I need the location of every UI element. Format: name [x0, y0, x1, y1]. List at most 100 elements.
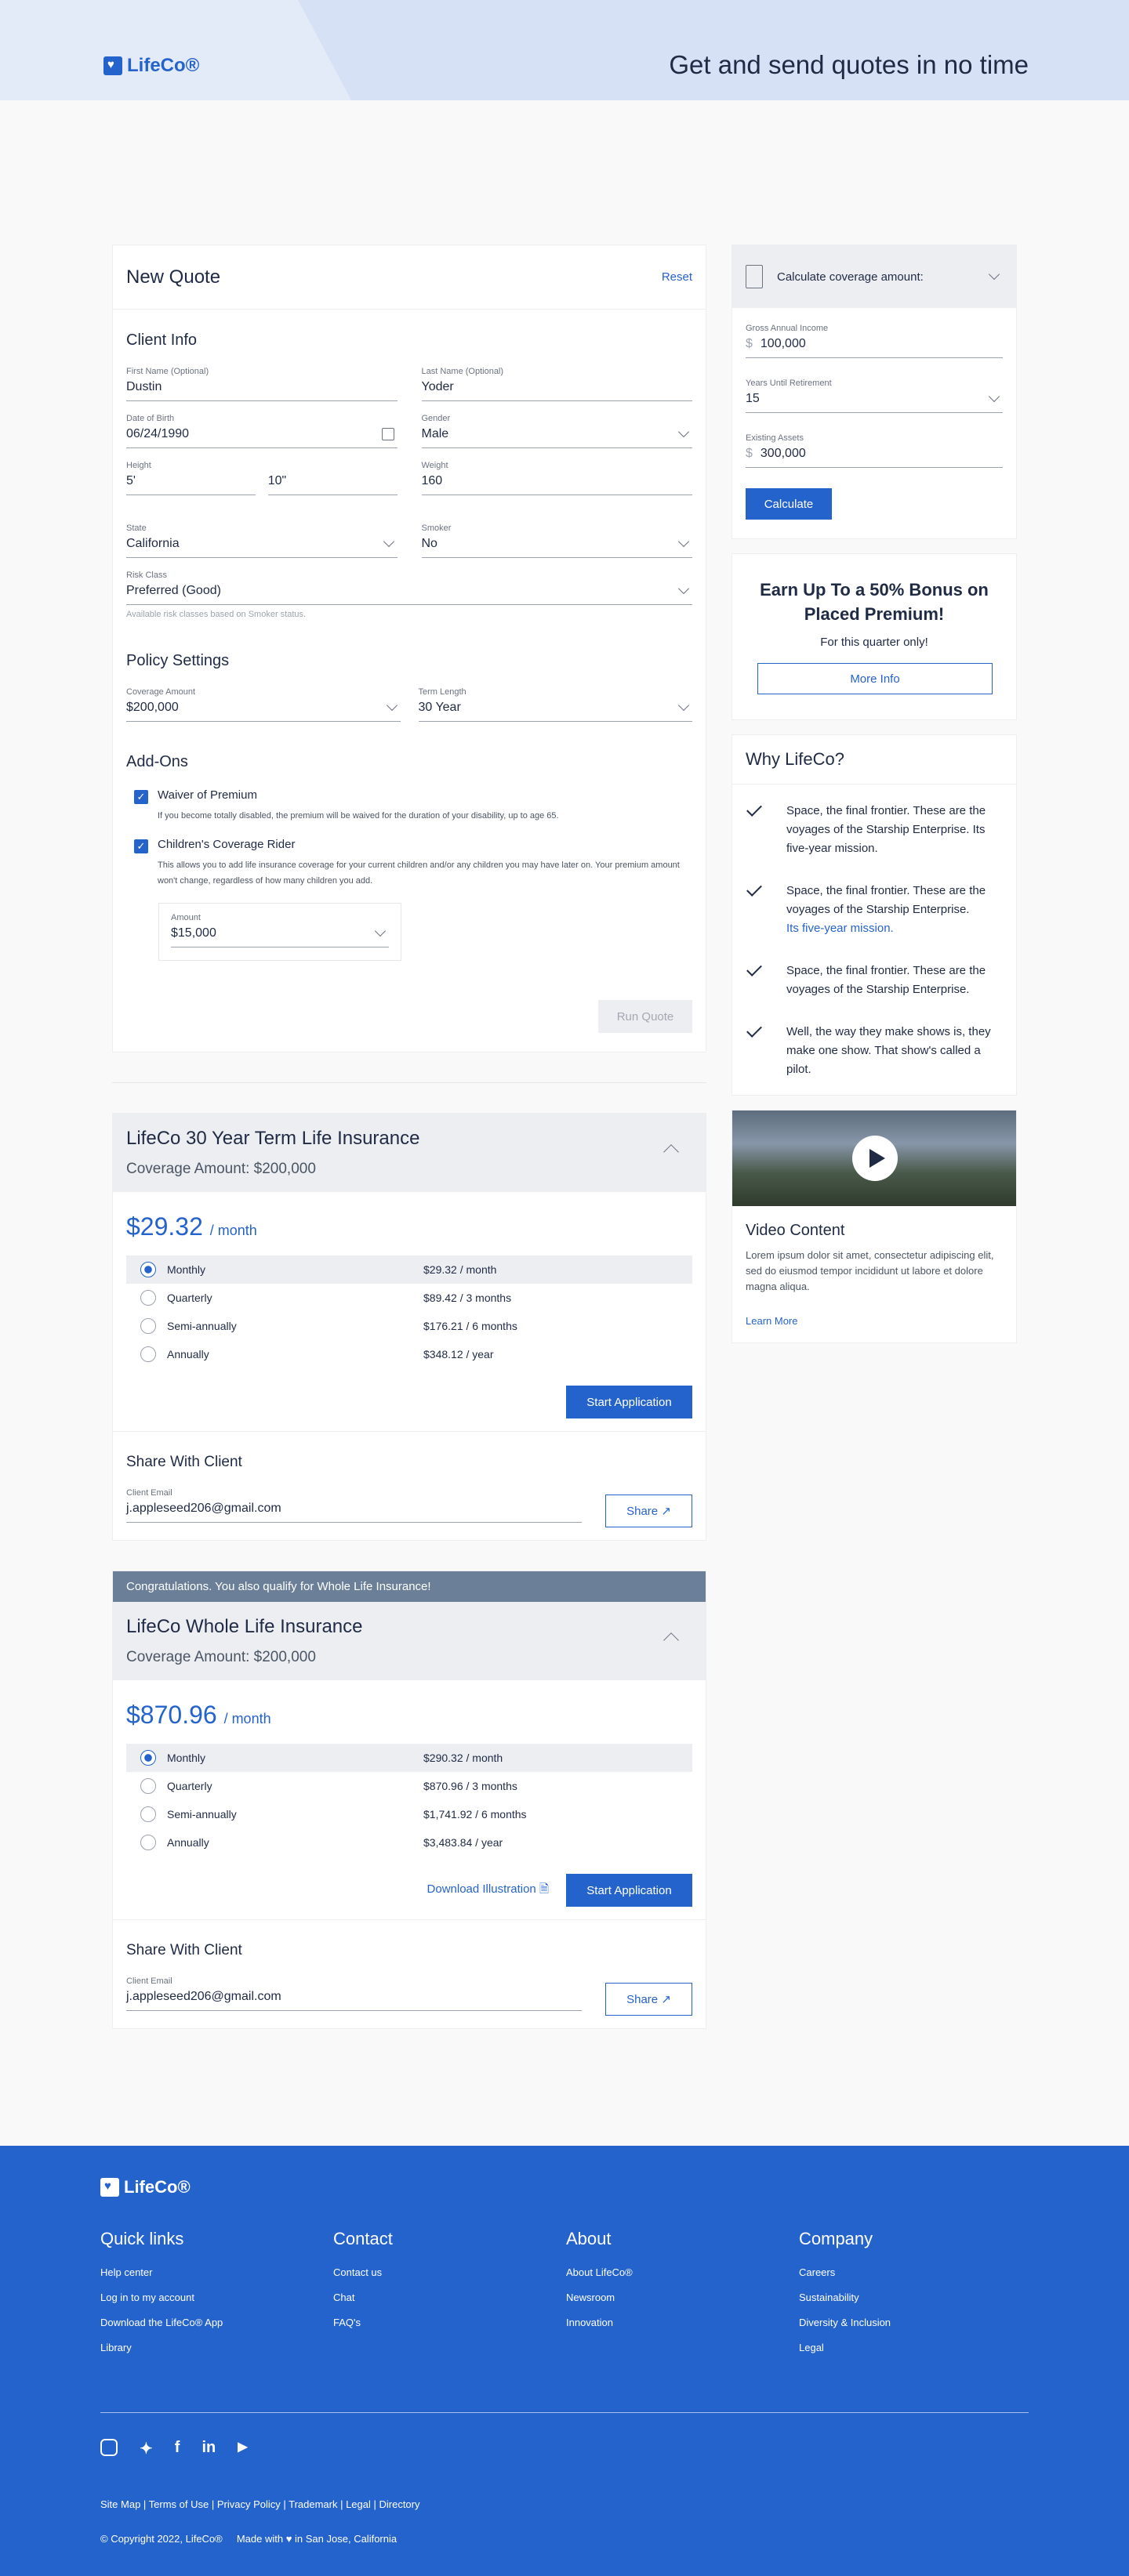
rider-amount-select[interactable]: Amount $15,000	[158, 903, 401, 961]
youtube-icon[interactable]: ▶	[238, 2439, 247, 2458]
why-item-text: Well, the way they make shows is, they m…	[786, 1025, 991, 1076]
play-icon[interactable]	[852, 1136, 898, 1181]
whole-share-title: Share With Client	[126, 1942, 242, 1958]
rider-amount-label: Amount	[171, 913, 201, 922]
first-name-field[interactable]: First Name (Optional) Dustin	[126, 367, 398, 401]
footer-link[interactable]: Chat	[333, 2292, 566, 2303]
weight-field[interactable]: Weight 160	[421, 461, 692, 495]
last-name-value: Yoder	[421, 380, 454, 393]
years-retirement-select[interactable]: Years Until Retirement 15	[746, 379, 1003, 413]
twitter-icon[interactable]: ✦	[140, 2439, 153, 2458]
instagram-icon[interactable]	[100, 2439, 118, 2456]
income-label: Gross Annual Income	[746, 324, 829, 333]
term-share-button[interactable]: Share ↗	[605, 1495, 692, 1527]
five-year-mission-link[interactable]: Its five-year mission.	[786, 922, 894, 935]
term-option-quarterly[interactable]: Quarterly $89.42 / 3 months	[126, 1284, 692, 1312]
term-option-semiannual[interactable]: Semi-annually $176.21 / 6 months	[126, 1312, 692, 1340]
learn-more-link[interactable]: Learn More	[746, 1315, 1003, 1327]
whole-policy-body: $870.96 / month Monthly $290.32 / month Q…	[113, 1680, 706, 1919]
term-share-section: Share With Client Client Email j.applesee…	[113, 1431, 706, 1540]
radio-button[interactable]	[140, 1318, 156, 1334]
footer-logo[interactable]: LifeCo®	[100, 2177, 191, 2197]
legal-links[interactable]: Site Map | Terms of Use | Privacy Policy…	[100, 2498, 420, 2510]
gender-label: Gender	[421, 414, 451, 423]
whole-option-quarterly[interactable]: Quarterly $870.96 / 3 months	[126, 1772, 692, 1800]
calculate-button[interactable]: Calculate	[746, 488, 832, 520]
option-value: $870.96 / 3 months	[423, 1780, 517, 1792]
logo-text: LifeCo®	[127, 55, 200, 76]
why-item-text: Space, the final frontier. These are the…	[786, 884, 986, 916]
calendar-icon[interactable]	[381, 428, 394, 440]
footer-link[interactable]: Careers	[799, 2266, 1032, 2278]
smoker-select[interactable]: Smoker No	[421, 524, 692, 558]
state-select[interactable]: State California	[126, 524, 398, 558]
weight-value: 160	[421, 474, 443, 487]
footer-link[interactable]: Diversity & Inclusion	[799, 2317, 1032, 2328]
radio-selected[interactable]	[140, 1262, 156, 1277]
income-field[interactable]: Gross Annual Income $100,000	[746, 324, 1003, 358]
children-rider-addon: ✓ Children's Coverage Rider This allows y…	[134, 838, 692, 889]
dob-field[interactable]: Date of Birth 06/24/1990	[126, 414, 398, 448]
client-email-value: j.appleseed206@gmail.com	[126, 1502, 281, 1515]
copyright-text: © Copyright 2022, LifeCo®	[100, 2533, 223, 2545]
whole-client-email-field[interactable]: Client Email j.appleseed206@gmail.com	[126, 1976, 582, 2011]
facebook-icon[interactable]: f	[175, 2439, 180, 2458]
footer-link[interactable]: Log in to my account	[100, 2292, 333, 2303]
waiver-checkbox[interactable]: ✓	[134, 790, 148, 804]
height-feet-field[interactable]: Height 5'	[126, 461, 256, 495]
run-quote-button[interactable]: Run Quote	[598, 1000, 692, 1033]
social-links: ✦ f in ▶	[100, 2439, 248, 2458]
radio-button[interactable]	[140, 1778, 156, 1794]
footer-link[interactable]: Newsroom	[566, 2292, 799, 2303]
gender-select[interactable]: Gender Male	[421, 414, 692, 448]
height-feet-value: 5'	[126, 474, 136, 487]
reset-link[interactable]: Reset	[662, 270, 692, 284]
calculator-header[interactable]: Calculate coverage amount:	[732, 245, 1016, 308]
document-icon: 🗎	[539, 1882, 549, 1896]
whole-policy-header[interactable]: LifeCo Whole Life Insurance Coverage Amo…	[113, 1602, 706, 1680]
term-start-application-button[interactable]: Start Application	[566, 1386, 692, 1418]
whole-price-period: / month	[223, 1711, 271, 1726]
radio-button[interactable]	[140, 1290, 156, 1306]
whole-option-annual[interactable]: Annually $3,483.84 / year	[126, 1828, 692, 1857]
footer-link[interactable]: FAQ's	[333, 2317, 566, 2328]
term-option-annual[interactable]: Annually $348.12 / year	[126, 1340, 692, 1368]
header-logo[interactable]: LifeCo®	[103, 55, 199, 77]
footer-link[interactable]: Innovation	[566, 2317, 799, 2328]
footer-link[interactable]: About LifeCo®	[566, 2266, 799, 2278]
whole-share-button[interactable]: Share ↗	[605, 1983, 692, 2016]
video-thumbnail[interactable]	[732, 1110, 1016, 1206]
last-name-field[interactable]: Last Name (Optional) Yoder	[421, 367, 692, 401]
term-policy-header[interactable]: LifeCo 30 Year Term Life Insurance Cover…	[113, 1114, 706, 1192]
height-inches-field[interactable]: 10"	[267, 461, 398, 495]
download-illustration-link[interactable]: Download Illustration 🗎	[427, 1881, 549, 1900]
term-price-period: / month	[209, 1223, 257, 1238]
footer-col-about: About About LifeCo® Newsroom Innovation	[566, 2229, 799, 2367]
option-name: Quarterly	[167, 1292, 212, 1304]
footer-link[interactable]: Download the LifeCo® App	[100, 2317, 333, 2328]
footer-link[interactable]: Library	[100, 2342, 333, 2353]
radio-button[interactable]	[140, 1346, 156, 1362]
footer-link[interactable]: Sustainability	[799, 2292, 1032, 2303]
children-rider-checkbox[interactable]: ✓	[134, 839, 148, 853]
whole-start-application-button[interactable]: Start Application	[566, 1874, 692, 1907]
whole-option-monthly[interactable]: Monthly $290.32 / month	[126, 1744, 692, 1772]
assets-field[interactable]: Existing Assets $300,000	[746, 433, 1003, 468]
footer-link[interactable]: Contact us	[333, 2266, 566, 2278]
coverage-amount-select[interactable]: Coverage Amount $200,000	[126, 687, 401, 722]
whole-life-banner: Congratulations. You also qualify for Wh…	[113, 1571, 706, 1602]
radio-selected[interactable]	[140, 1750, 156, 1766]
more-info-button[interactable]: More Info	[757, 663, 993, 694]
radio-button[interactable]	[140, 1835, 156, 1850]
risk-class-select[interactable]: Risk Class Preferred (Good)	[126, 571, 692, 605]
term-length-select[interactable]: Term Length 30 Year	[418, 687, 692, 722]
coverage-amount-label: Coverage Amount	[126, 687, 196, 697]
radio-button[interactable]	[140, 1806, 156, 1822]
term-client-email-field[interactable]: Client Email j.appleseed206@gmail.com	[126, 1488, 582, 1523]
footer-link[interactable]: Help center	[100, 2266, 333, 2278]
whole-option-semiannual[interactable]: Semi-annually $1,741.92 / 6 months	[126, 1800, 692, 1828]
linkedin-icon[interactable]: in	[201, 2439, 216, 2458]
footer-link[interactable]: Legal	[799, 2342, 1032, 2353]
term-option-monthly[interactable]: Monthly $29.32 / month	[126, 1255, 692, 1284]
smoker-label: Smoker	[421, 524, 452, 533]
